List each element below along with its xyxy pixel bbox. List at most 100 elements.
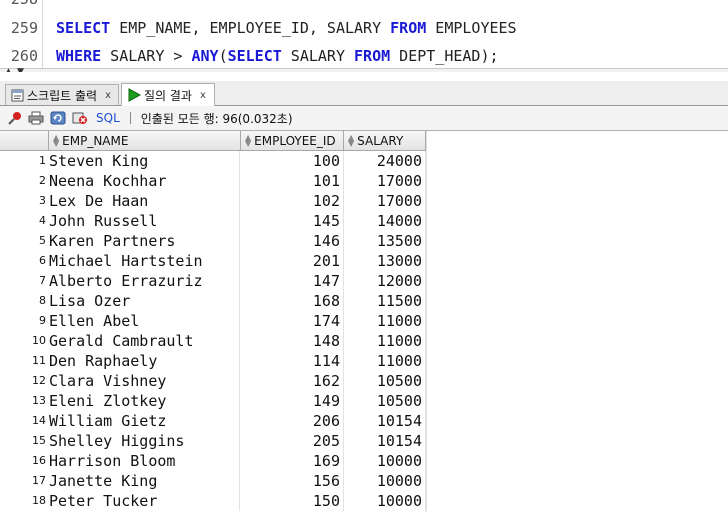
- cell-emp-name[interactable]: Eleni Zlotkey: [49, 391, 240, 411]
- cell-employee-id[interactable]: 162: [241, 371, 344, 391]
- cell-emp-name[interactable]: Harrison Bloom: [49, 451, 240, 471]
- cell-emp-name[interactable]: Lisa Ozer: [49, 291, 240, 311]
- table-row[interactable]: 9 Ellen Abel 174 11000: [0, 311, 426, 331]
- cell-emp-name[interactable]: Clara Vishney: [49, 371, 240, 391]
- collapse-up-icon[interactable]: ▲: [5, 68, 12, 73]
- cell-employee-id[interactable]: 102: [241, 191, 344, 211]
- refresh-icon[interactable]: [50, 111, 66, 125]
- sort-icon[interactable]: ▲ ▼: [348, 133, 354, 147]
- cell-salary[interactable]: 13000: [344, 251, 426, 271]
- column-header-emp-name[interactable]: ▲ ▼ EMP_NAME: [49, 131, 241, 151]
- cell-emp-name[interactable]: Karen Partners: [49, 231, 240, 251]
- table-row[interactable]: 6 Michael Hartstein 201 13000: [0, 251, 426, 271]
- cell-employee-id[interactable]: 205: [241, 431, 344, 451]
- cell-employee-id[interactable]: 100: [241, 151, 344, 171]
- cell-emp-name[interactable]: Alberto Errazuriz: [49, 271, 240, 291]
- table-row[interactable]: 5 Karen Partners 146 13500: [0, 231, 426, 251]
- cell-salary[interactable]: 17000: [344, 171, 426, 191]
- table-row[interactable]: 1 Steven King 100 24000: [0, 151, 426, 171]
- pin-icon[interactable]: [8, 111, 22, 125]
- print-icon[interactable]: [28, 111, 44, 125]
- column-header-employee-id[interactable]: ▲ ▼ EMPLOYEE_ID: [241, 131, 344, 151]
- cell-salary[interactable]: 17000: [344, 191, 426, 211]
- cell-salary[interactable]: 13500: [344, 231, 426, 251]
- column-header-salary[interactable]: ▲ ▼ SALARY: [344, 131, 426, 151]
- cell-salary[interactable]: 10000: [344, 451, 426, 471]
- table-row[interactable]: 14 William Gietz 206 10154: [0, 411, 426, 431]
- cancel-fetch-icon[interactable]: [72, 111, 88, 125]
- cell-salary[interactable]: 12000: [344, 271, 426, 291]
- cell-employee-id[interactable]: 101: [241, 171, 344, 191]
- cell-emp-name[interactable]: John Russell: [49, 211, 240, 231]
- cell-salary[interactable]: 11000: [344, 351, 426, 371]
- cell-emp-name[interactable]: Shelley Higgins: [49, 431, 240, 451]
- table-row[interactable]: 2 Neena Kochhar 101 17000: [0, 171, 426, 191]
- cell-employee-id[interactable]: 147: [241, 271, 344, 291]
- table-row[interactable]: 8 Lisa Ozer 168 11500: [0, 291, 426, 311]
- cell-employee-id[interactable]: 168: [241, 291, 344, 311]
- cell-emp-name[interactable]: Den Raphaely: [49, 351, 240, 371]
- table-row[interactable]: 18 Peter Tucker 150 10000: [0, 491, 426, 511]
- cell-emp-name[interactable]: Ellen Abel: [49, 311, 240, 331]
- cell-emp-name[interactable]: William Gietz: [49, 411, 240, 431]
- query-result-grid[interactable]: ▲ ▼ EMP_NAME ▲ ▼ EMPLOYEE_ID ▲ ▼ SALARY 1 St…: [0, 130, 728, 512]
- line-number: 260: [10, 47, 38, 65]
- cell-emp-name[interactable]: Steven King: [49, 151, 240, 171]
- table-row[interactable]: 15 Shelley Higgins 205 10154: [0, 431, 426, 451]
- cell-salary[interactable]: 10000: [344, 471, 426, 491]
- cell-emp-name[interactable]: Lex De Haan: [49, 191, 240, 211]
- cell-emp-name[interactable]: Neena Kochhar: [49, 171, 240, 191]
- cell-employee-id[interactable]: 149: [241, 391, 344, 411]
- collapse-down-icon[interactable]: ▼: [17, 68, 24, 73]
- sql-link[interactable]: SQL: [96, 111, 120, 125]
- cell-emp-name[interactable]: Gerald Cambrault: [49, 331, 240, 351]
- row-number: 17: [32, 474, 46, 487]
- table-row[interactable]: 4 John Russell 145 14000: [0, 211, 426, 231]
- table-row[interactable]: 12 Clara Vishney 162 10500: [0, 371, 426, 391]
- cell-salary[interactable]: 24000: [344, 151, 426, 171]
- cell-salary[interactable]: 10500: [344, 391, 426, 411]
- sql-editor[interactable]: 258 259 260 SELECT EMP_NAME, EMPLOYEE_ID…: [0, 0, 728, 72]
- cell-employee-id[interactable]: 146: [241, 231, 344, 251]
- cell-salary[interactable]: 11000: [344, 331, 426, 351]
- cell-salary[interactable]: 10000: [344, 491, 426, 511]
- editor-splitter[interactable]: [0, 68, 728, 72]
- cell-salary[interactable]: 11000: [344, 311, 426, 331]
- sql-text: SALARY: [281, 47, 355, 65]
- tab-script-output[interactable]: 스크립트 출력 x: [5, 84, 119, 105]
- cell-employee-id[interactable]: 150: [241, 491, 344, 511]
- table-row[interactable]: 7 Alberto Errazuriz 147 12000: [0, 271, 426, 291]
- close-icon[interactable]: x: [105, 90, 111, 101]
- cell-salary[interactable]: 10500: [344, 371, 426, 391]
- cell-salary[interactable]: 10154: [344, 411, 426, 431]
- cell-employee-id[interactable]: 169: [241, 451, 344, 471]
- cell-salary[interactable]: 10154: [344, 431, 426, 451]
- sql-keyword: ANY: [191, 47, 219, 65]
- table-row[interactable]: 16 Harrison Bloom 169 10000: [0, 451, 426, 471]
- cell-salary[interactable]: 14000: [344, 211, 426, 231]
- grid-header: ▲ ▼ EMP_NAME ▲ ▼ EMPLOYEE_ID ▲ ▼ SALARY: [0, 131, 426, 151]
- tab-query-result[interactable]: 질의 결과 x: [121, 83, 215, 106]
- table-row[interactable]: 10 Gerald Cambrault 148 11000: [0, 331, 426, 351]
- cell-employee-id[interactable]: 145: [241, 211, 344, 231]
- table-row[interactable]: 3 Lex De Haan 102 17000: [0, 191, 426, 211]
- cell-emp-name[interactable]: Michael Hartstein: [49, 251, 240, 271]
- cell-emp-name[interactable]: Peter Tucker: [49, 491, 240, 511]
- row-number: 13: [32, 394, 46, 407]
- table-row[interactable]: 11 Den Raphaely 114 11000: [0, 351, 426, 371]
- cell-employee-id[interactable]: 206: [241, 411, 344, 431]
- sort-icon[interactable]: ▲ ▼: [245, 133, 251, 147]
- cell-employee-id[interactable]: 174: [241, 311, 344, 331]
- cell-employee-id[interactable]: 156: [241, 471, 344, 491]
- table-row[interactable]: 13 Eleni Zlotkey 149 10500: [0, 391, 426, 411]
- cell-emp-name[interactable]: Janette King: [49, 471, 240, 491]
- cell-employee-id[interactable]: 148: [241, 331, 344, 351]
- cell-employee-id[interactable]: 114: [241, 351, 344, 371]
- code-line[interactable]: WHERE SALARY > ANY(SELECT SALARY FROM DE…: [56, 47, 499, 65]
- cell-employee-id[interactable]: 201: [241, 251, 344, 271]
- close-icon[interactable]: x: [200, 90, 206, 101]
- code-line[interactable]: SELECT EMP_NAME, EMPLOYEE_ID, SALARY FRO…: [56, 19, 517, 37]
- table-row[interactable]: 17 Janette King 156 10000: [0, 471, 426, 491]
- cell-salary[interactable]: 11500: [344, 291, 426, 311]
- sort-icon[interactable]: ▲ ▼: [53, 133, 59, 147]
